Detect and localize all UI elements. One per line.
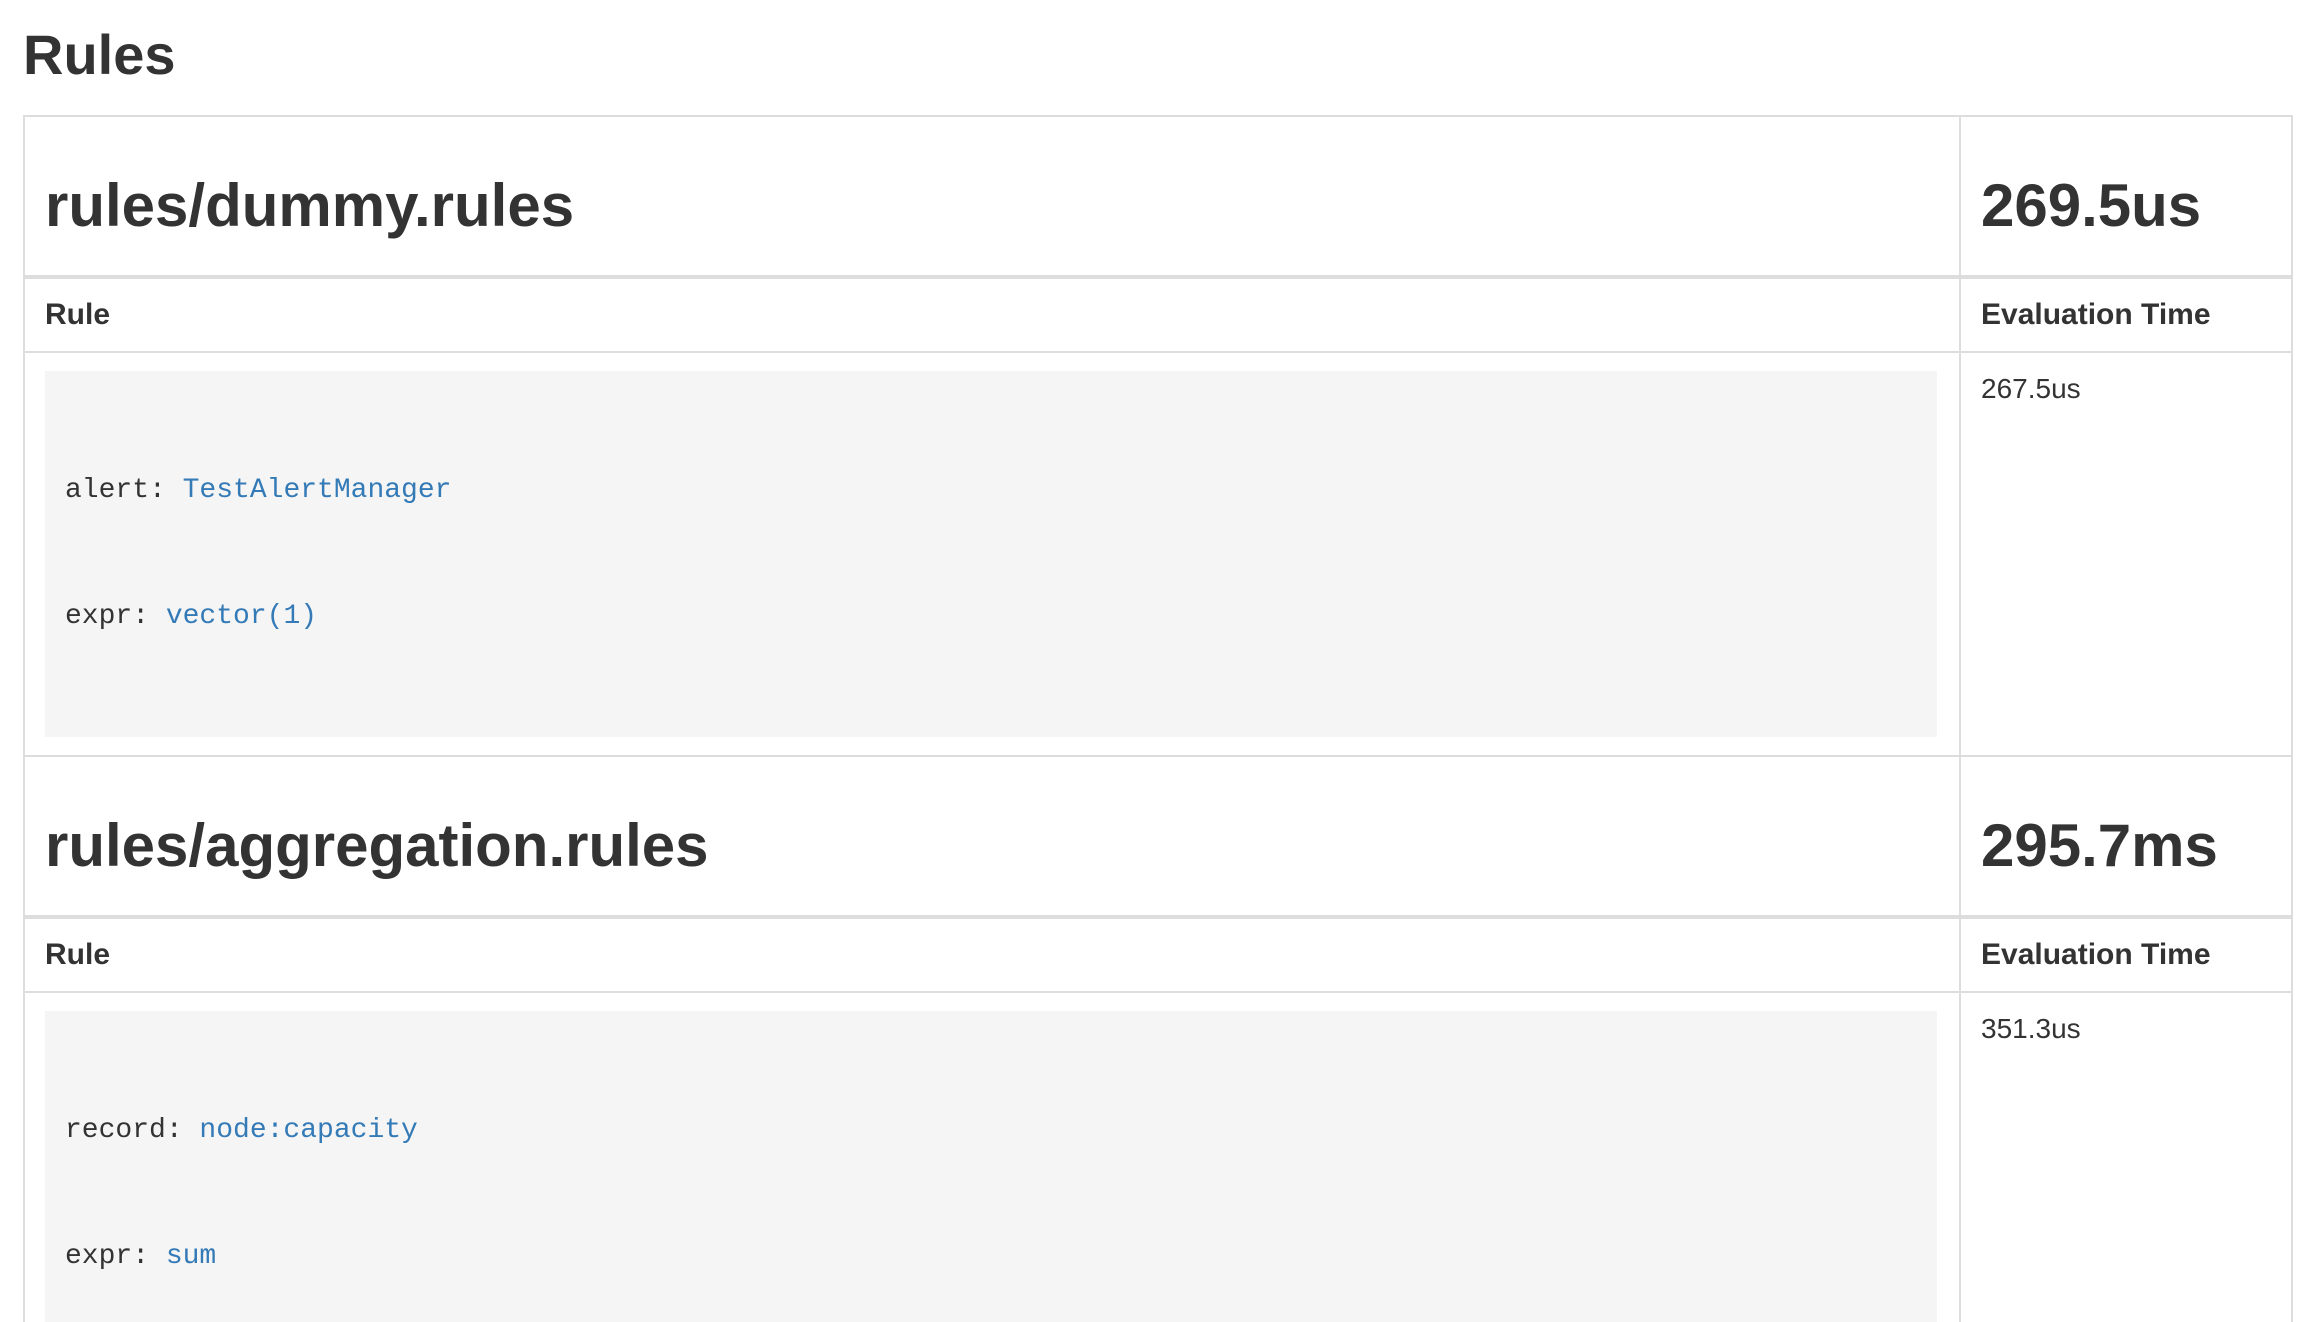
rule-name-link[interactable]: TestAlertManager bbox=[183, 475, 452, 506]
group-eval-time-cell: 295.7ms bbox=[1960, 756, 2292, 917]
column-header-row: Rule Evaluation Time bbox=[24, 277, 2292, 352]
code-line: alert: TestAlertManager bbox=[65, 470, 1917, 512]
rule-name-link[interactable]: node:capacity bbox=[199, 1115, 417, 1146]
group-header-row: rules/aggregation.rules 295.7ms bbox=[24, 756, 2292, 917]
group-eval-time: 269.5us bbox=[1981, 173, 2271, 239]
code-line: expr: sum bbox=[65, 1236, 1917, 1278]
eval-time-column-header: Evaluation Time bbox=[1960, 917, 2292, 992]
rule-cell: record: node:capacity expr: sum without(… bbox=[24, 992, 1960, 1322]
group-eval-time: 295.7ms bbox=[1981, 813, 2271, 879]
rule-cell: alert: TestAlertManager expr: vector(1) bbox=[24, 352, 1960, 756]
rule-row: alert: TestAlertManager expr: vector(1) … bbox=[24, 352, 2292, 756]
rule-eval-time: 351.3us bbox=[1960, 992, 2292, 1322]
group-file-cell: rules/dummy.rules bbox=[24, 116, 1960, 277]
rules-table: rules/dummy.rules 269.5us Rule Evaluatio… bbox=[23, 115, 2293, 1322]
eval-time-column-header: Evaluation Time bbox=[1960, 277, 2292, 352]
rule-expr-link[interactable]: vector(1) bbox=[166, 601, 317, 632]
column-header-row: Rule Evaluation Time bbox=[24, 917, 2292, 992]
code-key: expr: bbox=[65, 601, 166, 632]
rule-column-header: Rule bbox=[24, 277, 1960, 352]
rule-row: record: node:capacity expr: sum without(… bbox=[24, 992, 2292, 1322]
rule-code: alert: TestAlertManager expr: vector(1) bbox=[45, 371, 1937, 737]
group-file-title: rules/aggregation.rules bbox=[45, 813, 1939, 879]
page-title: Rules bbox=[23, 24, 2293, 86]
code-key: expr: bbox=[65, 1241, 166, 1272]
rule-eval-time: 267.5us bbox=[1960, 352, 2292, 756]
rule-code: record: node:capacity expr: sum without(… bbox=[45, 1011, 1937, 1322]
group-file-title: rules/dummy.rules bbox=[45, 173, 1939, 239]
group-eval-time-cell: 269.5us bbox=[1960, 116, 2292, 277]
code-key: alert: bbox=[65, 475, 183, 506]
group-file-cell: rules/aggregation.rules bbox=[24, 756, 1960, 917]
code-line: expr: vector(1) bbox=[65, 596, 1917, 638]
rule-column-header: Rule bbox=[24, 917, 1960, 992]
group-header-row: rules/dummy.rules 269.5us bbox=[24, 116, 2292, 277]
code-key: record: bbox=[65, 1115, 199, 1146]
rule-expr-link[interactable]: sum bbox=[166, 1241, 216, 1272]
code-line: record: node:capacity bbox=[65, 1110, 1917, 1152]
